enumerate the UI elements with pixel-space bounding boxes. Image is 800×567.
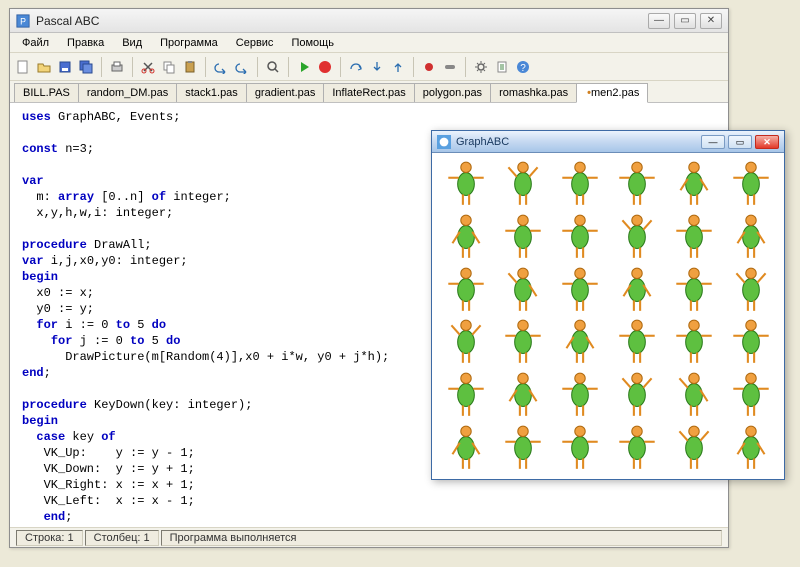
figure-sprite [438,159,493,210]
saveall-icon[interactable] [77,58,95,76]
help-icon[interactable]: ? [514,58,532,76]
options-icon[interactable] [472,58,490,76]
cut-icon[interactable] [139,58,157,76]
find-icon[interactable] [264,58,282,76]
figure-sprite [552,317,607,368]
tab-romashka[interactable]: romashka.pas [490,83,577,102]
paste-icon[interactable] [181,58,199,76]
figure-sprite [723,264,778,315]
figure-sprite [666,370,721,421]
figure-sprite [609,159,664,210]
print-icon[interactable] [108,58,126,76]
graph-app-icon [437,135,451,149]
figure-sprite [666,317,721,368]
graph-minimize-button[interactable]: — [701,135,725,149]
graph-maximize-button[interactable]: ▭ [728,135,752,149]
figure-sprite [495,159,550,210]
open-icon[interactable] [35,58,53,76]
figure-sprite [609,370,664,421]
figure-sprite [552,422,607,473]
menu-edit[interactable]: Правка [59,35,112,51]
app-icon: P [16,14,30,28]
save-icon[interactable] [56,58,74,76]
status-col: Столбец: 1 [85,530,159,546]
figure-sprite [723,422,778,473]
figure-sprite [723,370,778,421]
graph-close-button[interactable]: ✕ [755,135,779,149]
toggle-icon[interactable] [441,58,459,76]
figure-sprite [495,422,550,473]
graph-title: GraphABC [456,136,698,148]
menubar: Файл Правка Вид Программа Сервис Помощь [10,33,728,53]
menu-file[interactable]: Файл [14,35,57,51]
tab-inflaterect[interactable]: InflateRect.pas [323,83,414,102]
figure-sprite [438,317,493,368]
figure-sprite [495,264,550,315]
ide-titlebar[interactable]: P Pascal ABC — ▭ ✕ [10,9,728,33]
minimize-button[interactable]: — [648,13,670,29]
breakpoint-icon[interactable] [420,58,438,76]
figure-sprite [666,264,721,315]
ide-title: Pascal ABC [36,14,648,28]
figure-sprite [552,159,607,210]
menu-help[interactable]: Помощь [283,35,342,51]
tab-random-dm[interactable]: random_DM.pas [78,83,177,102]
figure-sprite [723,317,778,368]
figure-sprite [495,212,550,263]
figure-sprite [666,212,721,263]
figure-sprite [495,317,550,368]
figure-sprite [552,370,607,421]
tab-gradient[interactable]: gradient.pas [246,83,325,102]
close-button[interactable]: ✕ [700,13,722,29]
new-icon[interactable] [14,58,32,76]
step-over-icon[interactable] [347,58,365,76]
undo-icon[interactable] [212,58,230,76]
figure-sprite [552,212,607,263]
tab-bill[interactable]: BILL.PAS [14,83,79,102]
window-controls: — ▭ ✕ [648,13,722,29]
figure-sprite [438,370,493,421]
graph-titlebar[interactable]: GraphABC — ▭ ✕ [432,131,784,153]
status-line: Строка: 1 [16,530,83,546]
tab-bar: BILL.PAS random_DM.pas stack1.pas gradie… [10,81,728,103]
compile-icon[interactable] [493,58,511,76]
redo-icon[interactable] [233,58,251,76]
menu-service[interactable]: Сервис [228,35,282,51]
figure-sprite [552,264,607,315]
figure-sprite [438,264,493,315]
status-message: Программа выполняется [161,530,722,546]
svg-text:P: P [20,16,26,26]
menu-program[interactable]: Программа [152,35,226,51]
toolbar: ? [10,53,728,81]
figure-sprite [609,264,664,315]
step-into-icon[interactable] [368,58,386,76]
figure-sprite [723,159,778,210]
menu-view[interactable]: Вид [114,35,150,51]
figure-sprite [438,422,493,473]
figure-sprite [495,370,550,421]
figure-sprite [438,212,493,263]
tab-men2[interactable]: •men2.pas [576,83,648,103]
figure-sprite [666,159,721,210]
svg-text:?: ? [520,63,526,74]
maximize-button[interactable]: ▭ [674,13,696,29]
figure-sprite [609,212,664,263]
step-out-icon[interactable] [389,58,407,76]
run-icon[interactable] [295,58,313,76]
tab-polygon[interactable]: polygon.pas [414,83,491,102]
figure-sprite [723,212,778,263]
tab-stack1[interactable]: stack1.pas [176,83,247,102]
figure-sprite [609,422,664,473]
graph-canvas [432,153,784,479]
copy-icon[interactable] [160,58,178,76]
graph-window: GraphABC — ▭ ✕ [431,130,785,480]
figure-sprite [666,422,721,473]
figure-sprite [609,317,664,368]
stop-icon[interactable] [316,58,334,76]
statusbar: Строка: 1 Столбец: 1 Программа выполняет… [10,527,728,547]
